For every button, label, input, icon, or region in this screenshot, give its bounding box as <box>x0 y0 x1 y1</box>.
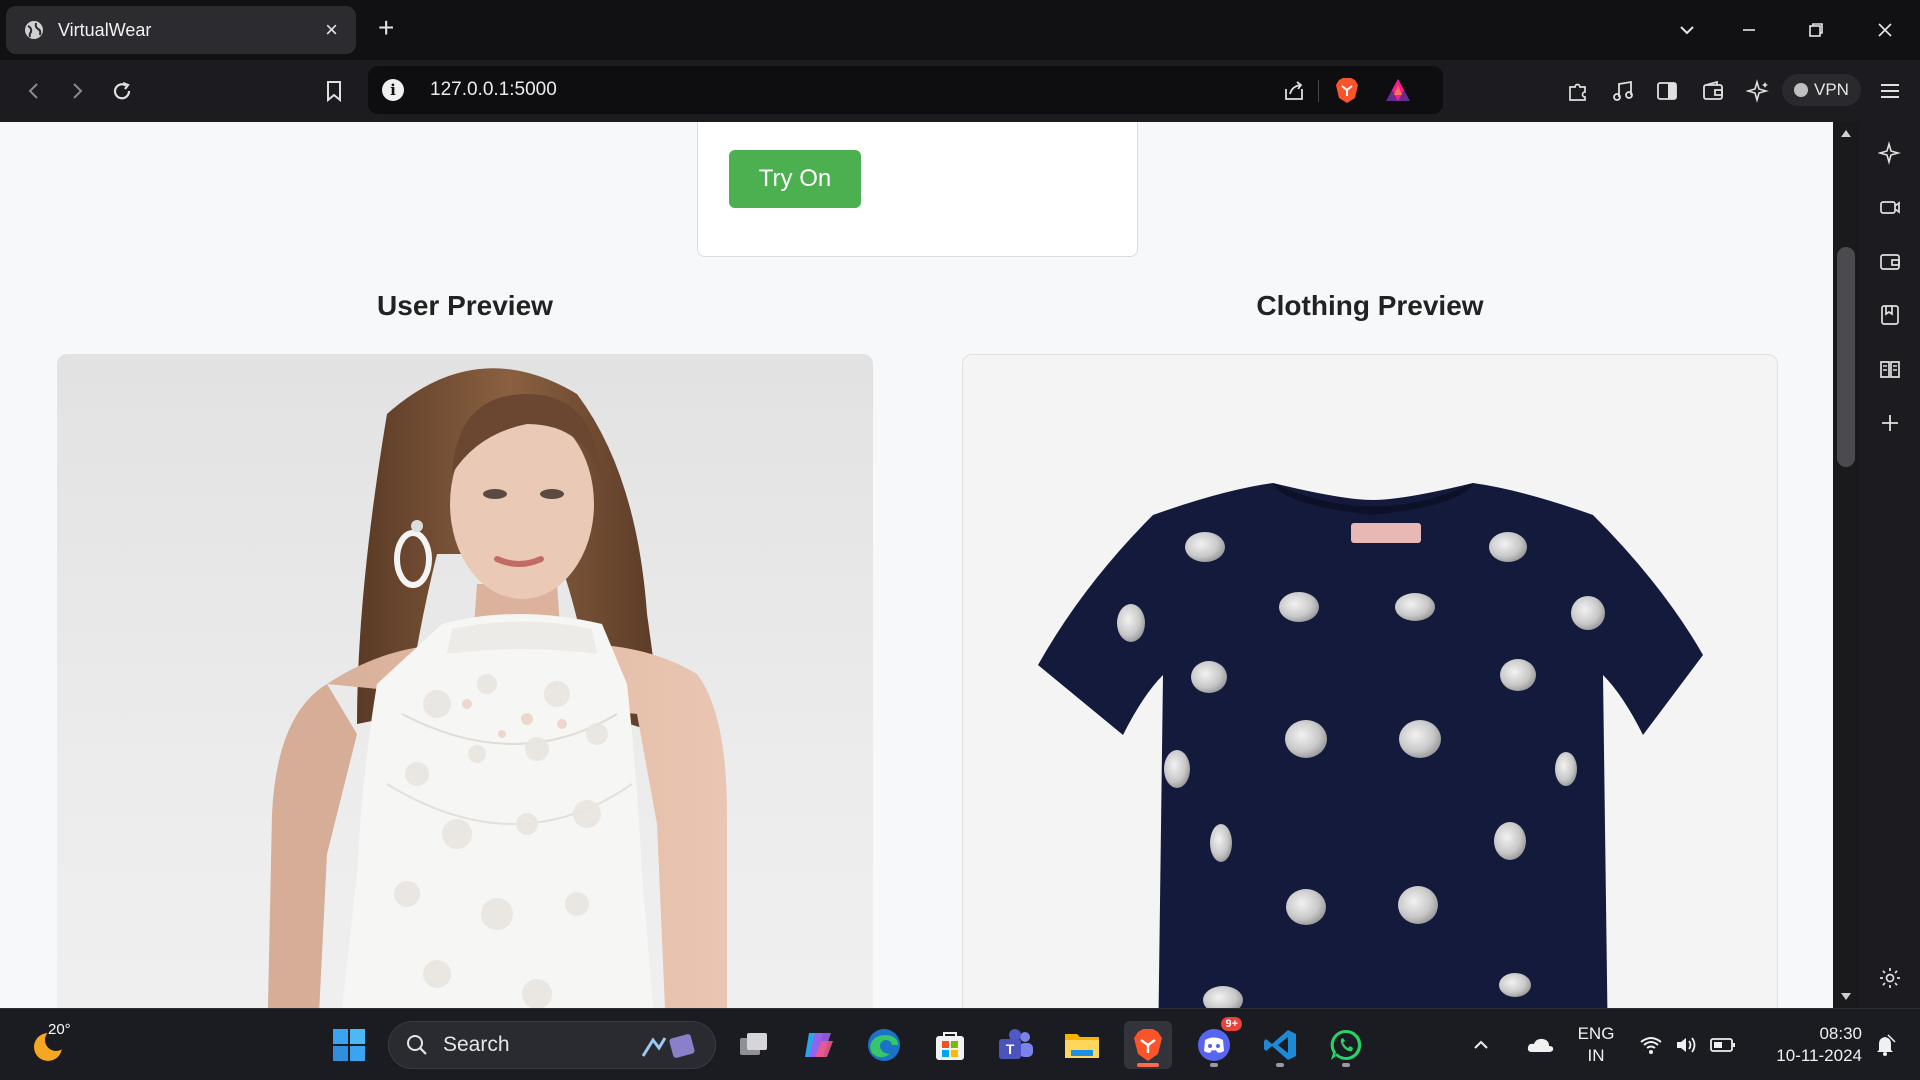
tab-strip: VirtualWear × + <box>0 0 1920 60</box>
try-on-button[interactable]: Try On <box>729 150 861 208</box>
media-icon[interactable] <box>1609 77 1637 105</box>
talk-icon[interactable] <box>1877 194 1903 220</box>
search-highlight-icon <box>641 1034 695 1058</box>
tab-close-button[interactable]: × <box>325 19 338 41</box>
wallet-sidebar-icon[interactable] <box>1877 248 1903 274</box>
restore-button[interactable] <box>1793 0 1839 60</box>
show-hidden-icons-chevron-icon[interactable] <box>1466 1021 1496 1069</box>
microsoft-store-app[interactable] <box>926 1021 974 1069</box>
leo-ai-icon[interactable] <box>1744 77 1772 105</box>
discord-app[interactable]: 9+ <box>1190 1015 1244 1069</box>
share-icon[interactable] <box>1280 77 1308 105</box>
active-app-indicator <box>1137 1063 1159 1067</box>
browser-sidebar <box>1859 122 1920 1008</box>
weather-temperature: 20° <box>48 1021 71 1038</box>
page-scrollbar[interactable] <box>1833 122 1859 1008</box>
language-indicator[interactable]: ENG IN <box>1576 1023 1616 1067</box>
browser-tab[interactable]: VirtualWear × <box>6 6 356 54</box>
vscode-app[interactable] <box>1256 1021 1304 1069</box>
brave-shields-icon[interactable] <box>1333 76 1361 104</box>
user-preview-title: User Preview <box>377 290 553 321</box>
clock-time: 08:30 <box>1819 1024 1862 1043</box>
user-preview-image <box>57 354 873 1008</box>
volume-icon[interactable] <box>1672 1021 1702 1069</box>
scroll-down-arrow-icon[interactable] <box>1841 993 1851 1000</box>
new-tab-button[interactable]: + <box>378 14 394 42</box>
onedrive-icon[interactable] <box>1522 1021 1558 1069</box>
battery-icon[interactable] <box>1708 1021 1738 1069</box>
discord-notification-badge: 9+ <box>1219 1015 1244 1033</box>
clock-date: 10-11-2024 <box>1776 1046 1862 1065</box>
brave-rewards-icon[interactable] <box>1384 76 1412 104</box>
copilot-app[interactable] <box>795 1021 843 1069</box>
start-button[interactable] <box>325 1021 373 1069</box>
vpn-label: VPN <box>1814 80 1849 99</box>
forward-button[interactable] <box>63 77 91 105</box>
tab-title: VirtualWear <box>58 19 152 40</box>
page-viewport: Try On User Preview Clothing Preview <box>0 122 1833 1008</box>
settings-gear-icon[interactable] <box>1877 965 1903 991</box>
reading-list-icon[interactable] <box>1877 356 1903 382</box>
clothing-preview-title: Clothing Preview <box>1256 290 1484 321</box>
vpn-button[interactable]: VPN <box>1782 74 1861 106</box>
minimize-button[interactable] <box>1726 0 1772 60</box>
svg-text:T: T <box>1006 1041 1015 1057</box>
wallet-icon[interactable] <box>1699 77 1727 105</box>
edge-app[interactable] <box>860 1021 908 1069</box>
site-info-icon[interactable]: i <box>382 79 404 101</box>
scroll-up-arrow-icon[interactable] <box>1841 130 1851 137</box>
bookmark-icon[interactable] <box>320 77 348 105</box>
bookmarks-sidebar-icon[interactable] <box>1877 302 1903 328</box>
scroll-thumb[interactable] <box>1837 247 1855 467</box>
url-text[interactable]: 127.0.0.1:5000 <box>430 79 557 101</box>
windows-logo-icon <box>333 1029 365 1061</box>
task-view-button[interactable] <box>730 1021 778 1069</box>
language-region: IN <box>1587 1046 1605 1065</box>
globe-icon <box>25 21 43 39</box>
notifications-bell-icon[interactable] <box>1868 1021 1902 1069</box>
language-code: ENG <box>1577 1024 1615 1043</box>
search-icon <box>407 1035 427 1055</box>
system-clock[interactable]: 08:30 10-11-2024 <box>1758 1023 1862 1067</box>
back-button[interactable] <box>20 77 48 105</box>
add-sidebar-item-icon[interactable] <box>1877 410 1903 436</box>
wifi-icon[interactable] <box>1636 1021 1666 1069</box>
taskbar-search[interactable]: Search <box>388 1021 716 1069</box>
clothing-preview-image <box>962 354 1778 1008</box>
url-divider <box>1318 80 1319 102</box>
tshirt-photo <box>1038 483 1703 1008</box>
menu-icon[interactable] <box>1876 77 1904 105</box>
file-explorer-app[interactable] <box>1058 1021 1106 1069</box>
running-indicator <box>1342 1063 1350 1067</box>
windows-taskbar: 20° Search T 9+ ENG IN 08:30 10-11-2024 <box>0 1008 1920 1080</box>
whatsapp-app[interactable] <box>1322 1021 1370 1069</box>
user-photo <box>267 368 727 1008</box>
sidebar-toggle-icon[interactable] <box>1653 77 1681 105</box>
extensions-icon[interactable] <box>1564 77 1592 105</box>
brave-app[interactable] <box>1124 1021 1172 1069</box>
teams-app[interactable]: T <box>992 1021 1040 1069</box>
reload-button[interactable] <box>108 77 136 105</box>
running-indicator <box>1210 1063 1218 1067</box>
search-placeholder: Search <box>443 1033 510 1056</box>
vpn-status-icon <box>1794 83 1808 97</box>
close-window-button[interactable] <box>1862 0 1908 60</box>
running-indicator <box>1276 1063 1284 1067</box>
tab-search-chevron-icon[interactable] <box>1664 0 1710 60</box>
upload-form-card: Try On <box>697 122 1138 257</box>
leo-sidebar-icon[interactable] <box>1877 140 1903 166</box>
